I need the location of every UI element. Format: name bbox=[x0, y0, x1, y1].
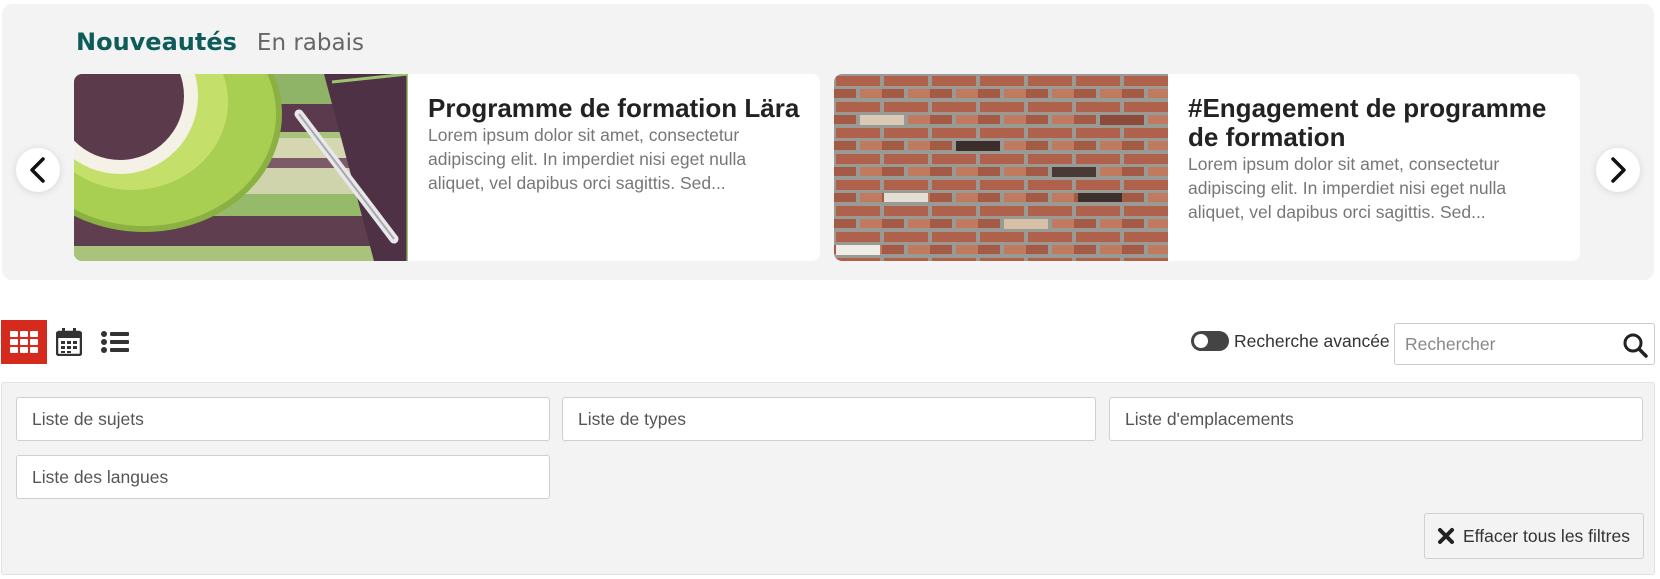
search-button[interactable] bbox=[1622, 332, 1648, 358]
carousel-next-button[interactable] bbox=[1596, 148, 1640, 192]
grid-icon bbox=[10, 331, 38, 353]
search-icon bbox=[1623, 333, 1648, 358]
course-description: Lorem ipsum dolor sit amet, consectetur … bbox=[1188, 154, 1507, 222]
list-icon bbox=[101, 331, 129, 353]
types-select[interactable]: Liste de types bbox=[562, 397, 1096, 441]
view-grid-button[interactable] bbox=[1, 320, 47, 364]
course-card[interactable]: Programme de formation Lära Lorem ipsum … bbox=[74, 74, 820, 261]
view-calendar-button[interactable] bbox=[46, 320, 92, 364]
search-box bbox=[1394, 323, 1655, 365]
tab-en-rabais[interactable]: En rabais bbox=[257, 30, 364, 56]
languages-select[interactable]: Liste des langues bbox=[16, 455, 550, 499]
carousel-prev-button[interactable] bbox=[16, 148, 60, 192]
course-image-coffee bbox=[74, 74, 408, 261]
clear-filters-label: Effacer tous les filtres bbox=[1463, 525, 1630, 546]
subjects-select[interactable]: Liste de sujets bbox=[16, 397, 550, 441]
view-list-button[interactable] bbox=[92, 320, 138, 364]
close-icon bbox=[1437, 527, 1455, 545]
course-card[interactable]: #Engagement de programme de formation Lo… bbox=[834, 74, 1580, 261]
advanced-search-label: Recherche avancée bbox=[1234, 331, 1390, 351]
clear-filters-button[interactable]: Effacer tous les filtres bbox=[1424, 513, 1644, 559]
locations-select[interactable]: Liste d'emplacements bbox=[1109, 397, 1643, 441]
course-title[interactable]: Programme de formation Lära bbox=[428, 94, 800, 123]
search-input[interactable] bbox=[1395, 324, 1615, 364]
course-image-bricks bbox=[834, 74, 1168, 261]
course-description: Lorem ipsum dolor sit amet, consectetur … bbox=[428, 125, 747, 193]
advanced-search-toggle[interactable] bbox=[1191, 331, 1229, 351]
calendar-icon bbox=[56, 328, 82, 356]
chevron-left-icon bbox=[30, 157, 45, 183]
course-title[interactable]: #Engagement de programme de formation bbox=[1188, 94, 1560, 152]
chevron-right-icon bbox=[1611, 157, 1626, 183]
tab-nouveautes[interactable]: Nouveautés bbox=[76, 28, 237, 56]
course-card-body: #Engagement de programme de formation Lo… bbox=[1188, 94, 1560, 224]
toggle-knob bbox=[1194, 334, 1208, 348]
filter-panel: Liste de sujets Liste de types Liste d'e… bbox=[1, 382, 1655, 575]
course-card-body: Programme de formation Lära Lorem ipsum … bbox=[428, 94, 800, 195]
featured-tabs: Nouveautés En rabais bbox=[76, 28, 364, 56]
